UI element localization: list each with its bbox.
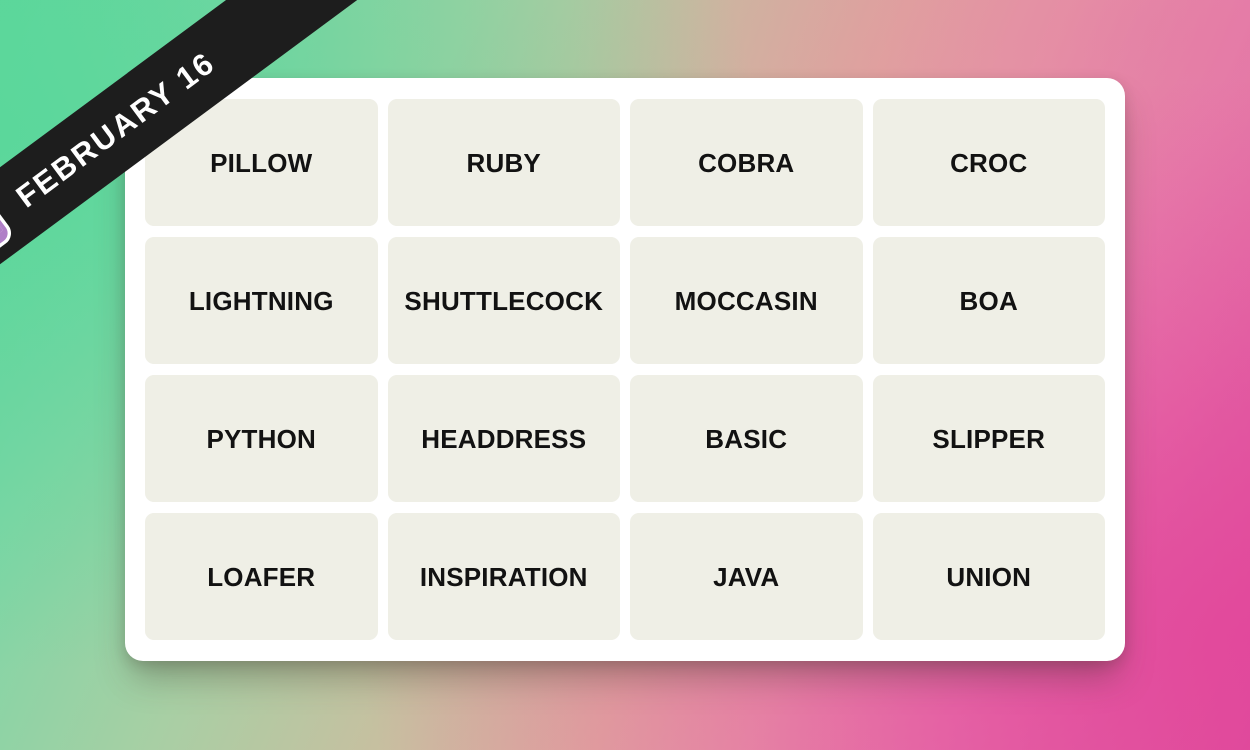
word-tile[interactable]: HEADDRESS	[387, 375, 620, 502]
puzzle-card: PILLOW RUBY COBRA CROC LIGHTNING SHUTTLE…	[125, 78, 1125, 661]
word-tile[interactable]: PYTHON	[145, 375, 378, 502]
word-tile-label: BASIC	[705, 423, 788, 454]
word-tile-label: COBRA	[698, 147, 795, 178]
word-tile-label: INSPIRATION	[419, 561, 588, 592]
word-tile-label: PYTHON	[206, 423, 317, 454]
word-tile-label: RUBY	[466, 147, 541, 178]
word-tile[interactable]: INSPIRATION	[387, 513, 620, 640]
word-tile-label: LOAFER	[207, 561, 316, 592]
word-tile-label: JAVA	[713, 561, 780, 592]
word-tile[interactable]: CROC	[872, 99, 1105, 226]
word-tile[interactable]: SLIPPER	[872, 375, 1105, 502]
word-tile-label: CROC	[950, 147, 1028, 178]
word-tile-label: HEADDRESS	[421, 423, 587, 454]
word-tile[interactable]: RUBY	[387, 99, 620, 226]
word-tile[interactable]: MOCCASIN	[630, 237, 863, 364]
word-tile[interactable]: JAVA	[630, 513, 863, 640]
word-tile-label: SLIPPER	[932, 423, 1046, 454]
word-tile[interactable]: COBRA	[630, 99, 863, 226]
word-tile[interactable]: LOAFER	[145, 513, 378, 640]
word-tile-label: SHUTTLECOCK	[404, 285, 604, 316]
word-tile[interactable]: BASIC	[630, 375, 863, 502]
word-grid: PILLOW RUBY COBRA CROC LIGHTNING SHUTTLE…	[145, 99, 1105, 640]
word-tile-label: LIGHTNING	[188, 285, 334, 316]
word-tile-label: PILLOW	[210, 147, 313, 178]
word-tile[interactable]: SHUTTLECOCK	[387, 237, 620, 364]
word-tile[interactable]: UNION	[872, 513, 1105, 640]
word-tile-label: BOA	[959, 285, 1018, 316]
word-tile[interactable]: LIGHTNING	[145, 237, 378, 364]
word-tile-label: MOCCASIN	[674, 285, 818, 316]
screenshot-stage: PILLOW RUBY COBRA CROC LIGHTNING SHUTTLE…	[0, 0, 1250, 750]
word-tile-label: UNION	[946, 561, 1032, 592]
word-tile[interactable]: BOA	[872, 237, 1105, 364]
